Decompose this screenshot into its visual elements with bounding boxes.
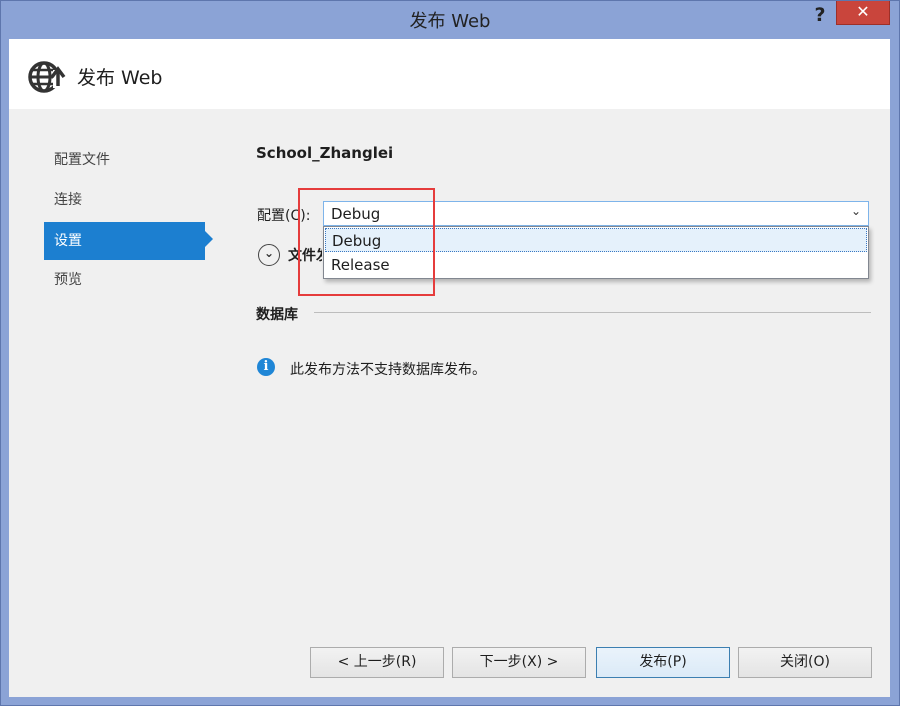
nav-item-preview[interactable]: 预览 (44, 261, 205, 299)
expand-circle-icon[interactable]: ⌄ (258, 244, 280, 266)
section-divider (314, 312, 871, 313)
dialog-content: 发布 Web 配置文件 连接 设置 预览 School_Zhanglei 配置(… (9, 39, 890, 697)
publish-web-dialog: 发布 Web ? ✕ 发布 Web 配置文件 连接 设置 预览 School_Z… (0, 0, 900, 706)
globe-publish-icon (28, 61, 66, 93)
nav-active-arrow-icon (205, 231, 213, 247)
close-button[interactable]: 关闭(O) (738, 647, 872, 678)
database-info-message: 此发布方法不支持数据库发布。 (290, 362, 486, 378)
title-bar[interactable]: 发布 Web ? ✕ (1, 1, 899, 38)
dialog-header: 发布 Web (9, 39, 890, 109)
project-name: School_Zhanglei (256, 144, 394, 162)
publish-button[interactable]: 发布(P) (596, 647, 730, 678)
info-icon: i (257, 358, 275, 376)
nav-item-settings[interactable]: 设置 (44, 222, 205, 260)
database-section-label: 数据库 (256, 307, 298, 323)
help-button[interactable]: ? (809, 3, 831, 27)
previous-button[interactable]: < 上一步(R) (310, 647, 444, 678)
header-title: 发布 Web (77, 67, 163, 89)
nav-item-profile[interactable]: 配置文件 (44, 141, 205, 179)
highlight-annotation-box (298, 188, 435, 296)
next-button[interactable]: 下一步(X) > (452, 647, 586, 678)
nav-item-connection[interactable]: 连接 (44, 181, 205, 219)
close-window-button[interactable]: ✕ (836, 1, 890, 25)
chevron-down-icon[interactable]: ⌄ (851, 204, 861, 218)
window-title: 发布 Web (409, 11, 491, 32)
